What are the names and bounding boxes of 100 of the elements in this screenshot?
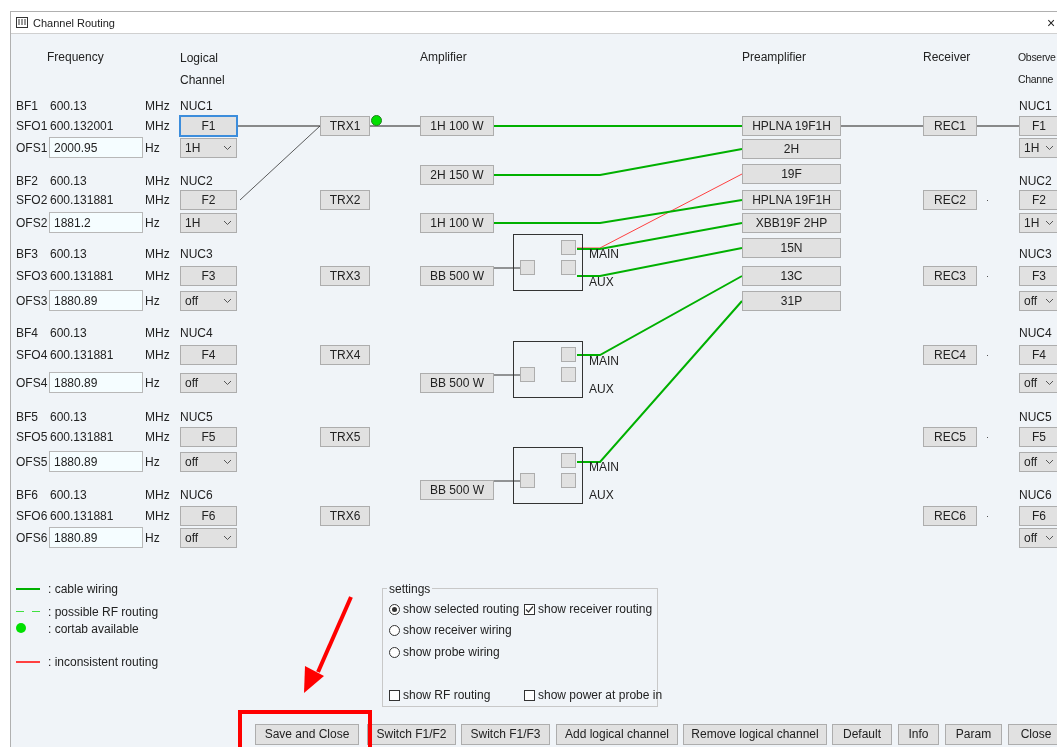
amplifier-button[interactable]: BB 500 W xyxy=(420,480,494,500)
preamplifier-button[interactable]: XBB19F 2HP xyxy=(742,213,841,233)
offset-field[interactable]: 1881.2 xyxy=(49,212,143,233)
amplifier-button[interactable]: 2H 150 W xyxy=(420,165,494,185)
port-square xyxy=(561,367,576,382)
radio-button[interactable] xyxy=(389,624,400,636)
frequency-value: 600.13 xyxy=(50,174,87,188)
receiver-button[interactable]: REC5 xyxy=(923,427,977,447)
channel-button[interactable]: F1 xyxy=(180,116,237,136)
checkbox[interactable] xyxy=(389,689,400,701)
channel-label: OFS2 xyxy=(16,216,48,230)
preamplifier-button[interactable]: 13C xyxy=(742,266,841,286)
button[interactable]: Switch F1/F3 xyxy=(461,724,550,745)
channel-button[interactable]: F6 xyxy=(180,506,237,526)
preamplifier-button[interactable]: 2H xyxy=(742,139,841,159)
chevron-icon xyxy=(1045,145,1054,151)
unit-label: MHz xyxy=(145,193,170,207)
window-icon xyxy=(16,17,28,28)
dropdown[interactable]: off xyxy=(180,291,237,311)
button[interactable]: Remove logical channel xyxy=(683,724,827,745)
legend-text: : inconsistent routing xyxy=(48,655,159,669)
frequency-value: 600.13 xyxy=(50,326,87,340)
button[interactable]: Default xyxy=(832,724,892,745)
column-header: Frequency xyxy=(47,50,104,64)
preamplifier-button[interactable]: 31P xyxy=(742,291,841,311)
receiver-button[interactable]: REC1 xyxy=(923,116,977,136)
channel-button[interactable]: F2 xyxy=(180,190,237,210)
preamplifier-button[interactable]: 15N xyxy=(742,238,841,258)
offset-field[interactable]: 1880.89 xyxy=(49,372,143,393)
dropdown[interactable]: 1H xyxy=(1019,213,1057,233)
channel-label: SFO5 xyxy=(16,430,48,444)
offset-field[interactable]: 1880.89 xyxy=(49,451,143,472)
radio-button[interactable] xyxy=(389,646,400,658)
button[interactable]: Info xyxy=(898,724,939,745)
amplifier-button[interactable]: BB 500 W xyxy=(420,373,494,393)
channel-button[interactable]: F4 xyxy=(1019,345,1057,365)
channel-button[interactable]: F5 xyxy=(1019,427,1057,447)
preamplifier-button[interactable]: HPLNA 19F1H xyxy=(742,190,841,210)
preamplifier-button[interactable]: 19F xyxy=(742,164,841,184)
channel-button[interactable]: F6 xyxy=(1019,506,1057,526)
dropdown[interactable]: off xyxy=(180,452,237,472)
dropdown[interactable]: off xyxy=(1019,452,1057,472)
unit-label: Hz xyxy=(145,376,160,390)
receiver-button[interactable]: REC6 xyxy=(923,506,977,526)
port-square xyxy=(561,260,576,275)
channel-label: OFS4 xyxy=(16,376,48,390)
receiver-button[interactable]: REC3 xyxy=(923,266,977,286)
button[interactable]: Save and Close xyxy=(255,724,359,745)
channel-label: SFO1 xyxy=(16,119,48,133)
offset-field[interactable]: 2000.95 xyxy=(49,137,143,158)
close-icon[interactable]: × xyxy=(1047,15,1056,31)
connector-line xyxy=(369,125,421,127)
amplifier-button[interactable]: BB 500 W xyxy=(420,266,494,286)
button[interactable]: Param xyxy=(945,724,1002,745)
offset-field[interactable]: 1880.89 xyxy=(49,527,143,548)
chevron-icon xyxy=(1045,298,1054,304)
unit-label: Hz xyxy=(145,531,160,545)
transmitter-button[interactable]: TRX6 xyxy=(320,506,370,526)
window-title: Channel Routing xyxy=(33,16,115,30)
channel-label: SFO6 xyxy=(16,509,48,523)
transmitter-button[interactable]: TRX4 xyxy=(320,345,370,365)
transmitter-button[interactable]: TRX3 xyxy=(320,266,370,286)
preamplifier-button[interactable]: HPLNA 19F1H xyxy=(742,116,841,136)
checkbox[interactable] xyxy=(524,603,535,615)
channel-button[interactable]: F5 xyxy=(180,427,237,447)
channel-button[interactable]: F2 xyxy=(1019,190,1057,210)
channel-button[interactable]: F1 xyxy=(1019,116,1057,136)
port-label: AUX xyxy=(589,382,614,396)
button[interactable]: Switch F1/F2 xyxy=(367,724,456,745)
dropdown[interactable]: off xyxy=(1019,373,1057,393)
dropdown[interactable]: 1H xyxy=(180,138,237,158)
receiver-button[interactable]: REC4 xyxy=(923,345,977,365)
channel-button[interactable]: F4 xyxy=(180,345,237,365)
transmitter-button[interactable]: TRX2 xyxy=(320,190,370,210)
unit-label: MHz xyxy=(145,99,170,113)
button[interactable]: Add logical channel xyxy=(556,724,678,745)
transmitter-button[interactable]: TRX1 xyxy=(320,116,370,136)
button[interactable]: Close xyxy=(1008,724,1057,745)
amplifier-button[interactable]: 1H 100 W xyxy=(420,116,494,136)
receiver-button[interactable]: REC2 xyxy=(923,190,977,210)
frequency-value: 600.131881 xyxy=(50,348,114,362)
amplifier-button[interactable]: 1H 100 W xyxy=(420,213,494,233)
channel-button[interactable]: F3 xyxy=(1019,266,1057,286)
radio-button[interactable] xyxy=(389,603,400,615)
dropdown[interactable]: off xyxy=(1019,291,1057,311)
transmitter-button[interactable]: TRX5 xyxy=(320,427,370,447)
dropdown[interactable]: off xyxy=(1019,528,1057,548)
channel-label: OFS1 xyxy=(16,141,48,155)
dropdown[interactable]: 1H xyxy=(1019,138,1057,158)
channel-button[interactable]: F3 xyxy=(180,266,237,286)
dropdown[interactable]: off xyxy=(180,528,237,548)
dropdown[interactable]: off xyxy=(180,373,237,393)
offset-field[interactable]: 1880.89 xyxy=(49,290,143,311)
option-label: show receiver wiring xyxy=(403,623,512,637)
legend-text: : cortab available xyxy=(48,622,139,636)
connector-line xyxy=(493,374,521,376)
checkbox[interactable] xyxy=(524,689,535,701)
dropdown[interactable]: 1H xyxy=(180,213,237,233)
option-label: show power at probe in xyxy=(538,688,663,702)
channel-label: SFO3 xyxy=(16,269,48,283)
